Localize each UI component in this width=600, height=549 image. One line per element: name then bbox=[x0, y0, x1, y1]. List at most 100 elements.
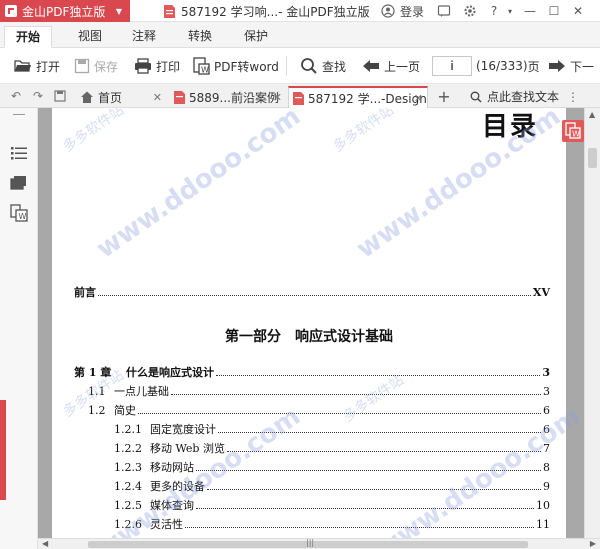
save-label: 保存 bbox=[94, 59, 119, 74]
toc-preface[interactable]: 前言 XV bbox=[74, 284, 550, 300]
pdf-file-icon bbox=[164, 4, 175, 18]
toc-entry-page: 3 bbox=[543, 385, 550, 398]
toolbar-divider bbox=[286, 56, 287, 76]
tab-convert[interactable]: 转换 bbox=[182, 26, 218, 48]
settings-gear-icon[interactable] bbox=[462, 3, 478, 19]
sidebar-collapse-handle[interactable] bbox=[0, 400, 6, 500]
title-bar: 金山PDF独立版 ▼ 587192 学习响...- 金山PDF独立版 登录 ? … bbox=[0, 0, 600, 22]
page-number-input[interactable] bbox=[432, 56, 472, 76]
scroll-up-icon[interactable]: ▲ bbox=[589, 110, 595, 119]
page-count-value: (16/333) bbox=[476, 59, 528, 73]
save-button[interactable]: 保存 bbox=[74, 56, 118, 76]
vertical-scroll-thumb[interactable] bbox=[588, 148, 597, 168]
scroll-grip-icon: ||| bbox=[306, 538, 315, 547]
toc-entry-number: 1.2 bbox=[88, 404, 106, 417]
toc-entry-text: 更多的设备 bbox=[150, 480, 205, 493]
toc-leader bbox=[226, 451, 541, 452]
open-label: 打开 bbox=[36, 59, 61, 74]
arrow-left-icon bbox=[363, 60, 379, 72]
toc-entry-text: 移动 Web 浏览 bbox=[150, 442, 225, 455]
toc-entry-text: 固定宽度设计 bbox=[150, 423, 216, 436]
pdf-file-icon bbox=[174, 90, 185, 104]
maximize-icon[interactable]: ☐ bbox=[542, 0, 566, 22]
open-button[interactable]: 打开 bbox=[14, 56, 60, 76]
pdf-to-word-icon: W bbox=[193, 57, 210, 75]
tab-view[interactable]: 视图 bbox=[72, 26, 108, 48]
undo-icon[interactable]: ↶ bbox=[8, 88, 24, 104]
minimize-icon[interactable]: — bbox=[518, 0, 542, 22]
document-title: 587192 学习响...- 金山PDF独立版 bbox=[181, 4, 370, 19]
toc-entry[interactable]: 1.2.5 媒体查询 10 bbox=[114, 497, 550, 513]
vertical-scrollbar[interactable]: ▲ bbox=[584, 108, 600, 538]
toc-entry[interactable]: 1.2.6 灵活性 11 bbox=[114, 516, 550, 532]
floating-pdf-to-word-button[interactable]: W bbox=[562, 120, 584, 142]
thumbnails-icon[interactable] bbox=[10, 174, 28, 192]
user-icon[interactable] bbox=[380, 3, 396, 19]
toc-entry-page: 11 bbox=[536, 518, 550, 531]
login-link[interactable]: 登录 bbox=[400, 3, 424, 20]
more-icon[interactable]: ⋮ bbox=[567, 90, 579, 104]
printer-icon bbox=[135, 58, 151, 74]
toc-entry[interactable]: 第 1 章 什么是响应式设计 3 bbox=[74, 364, 550, 380]
scroll-left-icon[interactable]: ◀ bbox=[42, 539, 48, 548]
toc-entry-number: 第 1 章 bbox=[74, 366, 112, 379]
print-label: 打印 bbox=[156, 59, 181, 74]
toc-leader bbox=[185, 527, 534, 528]
toc-entry-number: 1.2.5 bbox=[114, 499, 142, 512]
tab-start[interactable]: 开始 bbox=[4, 26, 52, 48]
close-icon[interactable]: ✕ bbox=[273, 91, 282, 104]
find-button[interactable]: 查找 bbox=[300, 56, 346, 76]
app-logo-icon bbox=[5, 5, 17, 17]
new-tab-icon[interactable]: + bbox=[436, 87, 452, 106]
toc-preface-text: 前言 bbox=[74, 286, 96, 299]
toc-entry[interactable]: 1.1 一点儿基础 3 bbox=[88, 383, 550, 399]
tab-document-1-label: 5889...前沿案例 bbox=[189, 90, 279, 105]
toc-entry-number: 1.2.4 bbox=[114, 480, 142, 493]
next-page-button[interactable]: 下一 bbox=[548, 56, 594, 76]
tab-protect[interactable]: 保护 bbox=[238, 26, 274, 48]
help-icon[interactable]: ? bbox=[486, 3, 502, 19]
toc-entry[interactable]: 1.2 简史 6 bbox=[88, 402, 550, 418]
scroll-right-icon[interactable]: ▶ bbox=[590, 539, 596, 548]
toc-entry[interactable]: 1.2.1 固定宽度设计 6 bbox=[114, 421, 550, 437]
toc-leader bbox=[171, 394, 541, 395]
toc-entry-page: 6 bbox=[543, 404, 550, 417]
title-actions: 登录 ? ▾ — ☐ ✕ bbox=[380, 0, 590, 22]
print-button[interactable]: 打印 bbox=[134, 56, 180, 76]
find-label: 查找 bbox=[322, 59, 347, 74]
document-viewport[interactable]: 目录 前言 XV 第一部分 响应式设计基础 第 1 章 什么是响应式设计 3 1.1 一… bbox=[38, 108, 584, 538]
prev-page-button[interactable]: 上一页 bbox=[362, 56, 420, 76]
pdf-to-word-icon[interactable]: W bbox=[10, 204, 28, 222]
tab-document-2-label: 587192 学...-Design bbox=[308, 91, 427, 106]
toc-entry-page: 9 bbox=[543, 480, 550, 493]
horizontal-scrollbar[interactable]: ◀ ||| ▶ bbox=[38, 538, 600, 549]
sidebar-divider bbox=[13, 114, 25, 115]
tab-document-1[interactable]: 5889...前沿案例 ✕ bbox=[170, 86, 286, 108]
toc-entry[interactable]: 1.2.4 更多的设备 9 bbox=[114, 478, 550, 494]
arrow-right-icon bbox=[549, 60, 565, 72]
outline-list-icon[interactable] bbox=[10, 144, 28, 162]
close-icon[interactable]: ✕ bbox=[414, 92, 423, 105]
redo-icon[interactable]: ↷ bbox=[30, 88, 46, 104]
toolbar: 打开 保存 打印 W PDF转word 查找 上一页 (16/333) 页 下一 bbox=[0, 48, 600, 84]
close-icon[interactable]: ✕ bbox=[153, 91, 162, 104]
toc-entry-number: 1.1 bbox=[88, 385, 106, 398]
toc-entry[interactable]: 1.2.2 移动 Web 浏览 7 bbox=[114, 440, 550, 456]
close-icon[interactable]: ✕ bbox=[566, 0, 590, 22]
app-menu-button[interactable]: 金山PDF独立版 ▼ bbox=[0, 0, 130, 22]
text-search-button[interactable]: 点此查找文本 ⋮ bbox=[470, 88, 579, 105]
toc-entry[interactable]: 1.2.3 移动网站 8 bbox=[114, 459, 550, 475]
toc-entry-page: 10 bbox=[536, 499, 550, 512]
toc-entry-text: 简史 bbox=[114, 404, 136, 417]
save-small-icon[interactable] bbox=[52, 88, 68, 104]
tab-home[interactable]: 首页 ✕ bbox=[76, 86, 166, 108]
message-icon[interactable] bbox=[436, 3, 452, 19]
tab-annotate[interactable]: 注释 bbox=[126, 26, 162, 48]
document-tab-bar: ↶ ↷ 首页 ✕ 5889...前沿案例 ✕ 587192 学...-Desig… bbox=[0, 84, 600, 108]
toc-entry-page: 3 bbox=[542, 366, 550, 379]
chevron-down-icon[interactable]: ▾ bbox=[506, 3, 514, 19]
pdf-to-word-button[interactable]: W PDF转word bbox=[192, 56, 279, 76]
tab-document-2[interactable]: 587192 学...-Design ✕ bbox=[288, 86, 428, 108]
toc-entry-number: 1.2.1 bbox=[114, 423, 142, 436]
toc-leader bbox=[196, 508, 534, 509]
